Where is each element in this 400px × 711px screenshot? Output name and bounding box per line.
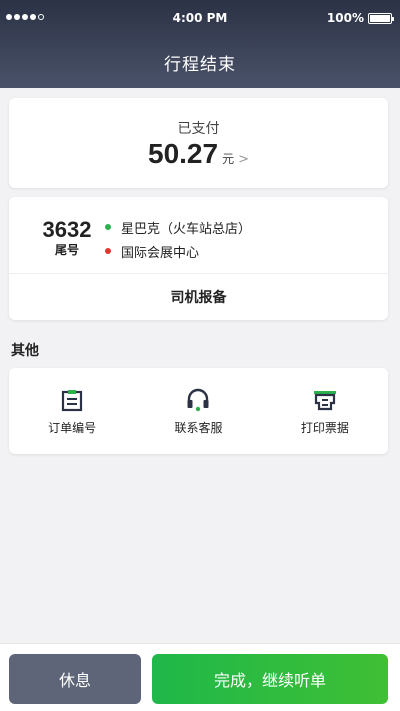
order-number-label: 订单编号 [48,420,97,435]
print-receipt-button[interactable]: 打印票据 [262,368,388,454]
payment-card[interactable]: 已支付 50.27 元 > [9,98,388,188]
printer-icon [313,390,336,410]
destination-dot-icon [105,248,111,254]
order-number-button[interactable]: 订单编号 [9,368,135,454]
header: 4:00 PM 100% 行程结束 [0,0,400,88]
other-section-title: 其他 [11,343,39,359]
route-origin: 星巴克（火车站总店） [105,215,251,239]
tail-number: 3632 [42,217,92,242]
rest-button[interactable]: 休息 [9,654,141,704]
page-title: 行程结束 [164,55,236,75]
origin-dot-icon [105,224,111,230]
destination-label: 国际会展中心 [121,245,200,261]
headset-icon [187,388,209,411]
paid-label: 已支付 [177,121,220,137]
contact-support-label: 联系客服 [174,420,223,435]
status-bar: 4:00 PM 100% [0,0,400,38]
finish-continue-button[interactable]: 完成，继续听单 [152,654,388,704]
order-number-icon [62,389,83,411]
currency-unit: 元 [222,152,235,166]
footer-bar: 休息 完成，继续听单 [0,643,400,711]
tail-number-label: 尾号 [54,243,79,257]
contact-support-button[interactable]: 联系客服 [135,368,261,454]
origin-label: 星巴克（火车站总店） [121,221,252,237]
chevron-right-icon: > [238,152,249,167]
other-card: 订单编号 联系客服 打印票据 [9,368,388,454]
amount-line: 50.27 元 > [9,138,388,170]
route: 星巴克（火车站总店） 国际会展中心 [105,215,251,263]
battery-percent: 100% [326,11,364,25]
battery-status: 100% [326,11,394,25]
battery-icon [368,12,394,24]
print-receipt-label: 打印票据 [300,420,349,435]
route-destination: 国际会展中心 [105,239,251,263]
paid-amount: 50.27 [148,138,219,169]
driver-report-button[interactable]: 司机报备 [9,274,388,320]
trip-card: 3632 尾号 星巴克（火车站总店） 国际会展中心 司机报备 [9,197,388,320]
